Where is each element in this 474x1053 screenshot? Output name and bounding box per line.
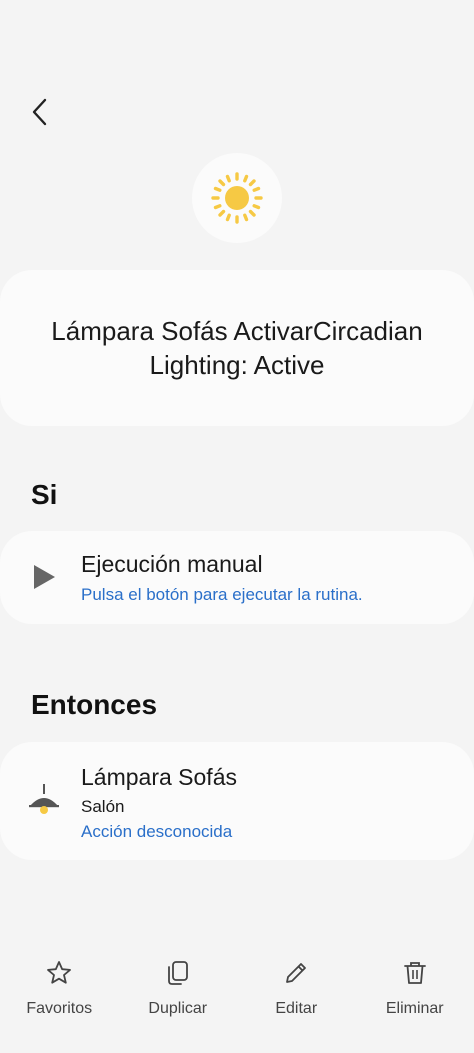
action-status: Acción desconocida <box>81 822 233 841</box>
bottom-action-bar: Favoritos Duplicar Editar Eliminar <box>0 940 474 1030</box>
condition-subtitle: Pulsa el botón para ejecutar la rutina. <box>81 585 363 604</box>
favorites-label: Favoritos <box>26 1000 93 1017</box>
routine-title-card[interactable]: Lámpara Sofás ActivarCircadian Lighting:… <box>0 270 474 426</box>
star-icon <box>47 961 72 984</box>
condition-title: Ejecución manual <box>81 551 263 577</box>
edit-label: Editar <box>275 1000 318 1017</box>
back-button[interactable] <box>22 94 58 130</box>
if-section-heading: Si <box>31 479 58 510</box>
action-room: Salón <box>81 797 125 816</box>
duplicate-label: Duplicar <box>148 1000 208 1017</box>
lamp-icon <box>29 784 59 814</box>
routine-title: Lámpara Sofás ActivarCircadian Lighting:… <box>51 316 423 380</box>
play-icon <box>34 565 55 589</box>
then-section-heading: Entonces <box>31 689 158 720</box>
copy-icon <box>167 961 188 985</box>
pencil-icon <box>286 963 307 983</box>
condition-card[interactable]: Ejecución manual Pulsa el botón para eje… <box>0 531 474 624</box>
chevron-left-icon <box>32 98 47 126</box>
routine-icon-badge <box>192 153 282 243</box>
edit-button[interactable]: Editar <box>237 940 356 1030</box>
delete-label: Eliminar <box>385 1000 444 1017</box>
sun-icon <box>211 172 263 224</box>
action-title: Lámpara Sofás <box>81 764 237 790</box>
action-card[interactable]: Lámpara Sofás Salón Acción desconocida <box>0 742 474 860</box>
duplicate-button[interactable]: Duplicar <box>119 940 238 1030</box>
trash-icon <box>403 962 426 984</box>
favorites-button[interactable]: Favoritos <box>0 940 119 1030</box>
condition-icon-wrap <box>24 557 64 597</box>
delete-button[interactable]: Eliminar <box>356 940 474 1030</box>
action-icon-wrap <box>24 780 64 820</box>
